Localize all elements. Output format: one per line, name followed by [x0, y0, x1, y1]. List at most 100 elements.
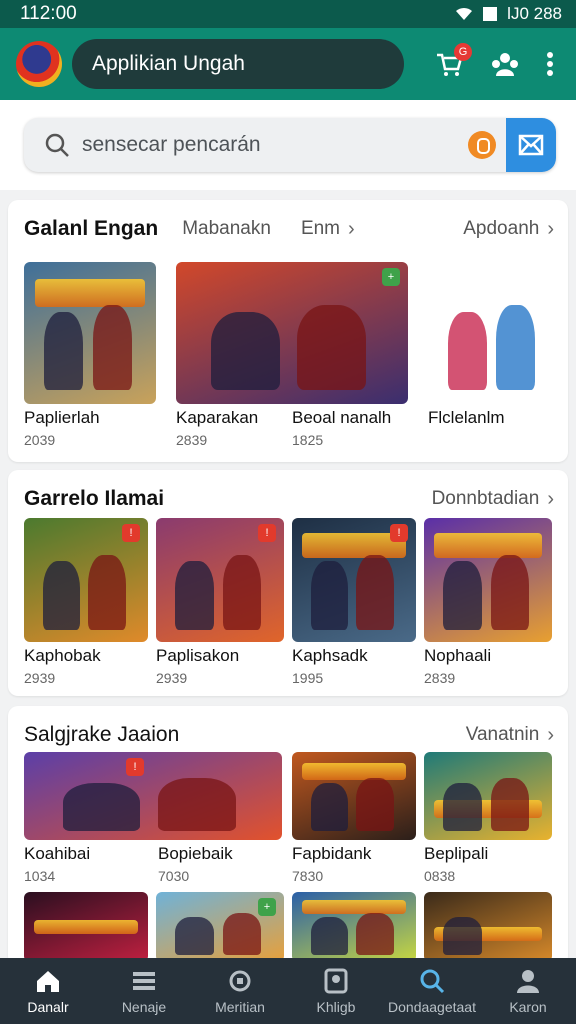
thumbnail-banner: [301, 762, 407, 781]
search-submit-button[interactable]: [506, 118, 556, 172]
status-right-text: lJ0 288: [507, 4, 562, 23]
section-header: Salgjrake Jaaion Vanatnin ›: [24, 720, 554, 750]
game-title: Fapbidank: [292, 844, 372, 863]
game-title: Koahibai: [24, 844, 91, 863]
thumbnail-figure: [490, 555, 529, 630]
game-thumbnail: [24, 892, 148, 962]
thumbnail-figure: [210, 311, 281, 390]
game-card[interactable]: [424, 892, 552, 962]
game-card[interactable]: Paplierlah 2039: [24, 262, 156, 452]
see-more-link[interactable]: Vanatnin: [466, 724, 540, 746]
thumbnail-figure: [356, 778, 394, 832]
game-meta: 0838: [424, 868, 456, 884]
thumbnail-figure: [175, 561, 214, 630]
tab-mabanakn[interactable]: Mabanakn: [182, 218, 271, 240]
game-title: Nophaali: [424, 646, 492, 665]
see-more-link[interactable]: Apdoanh: [463, 218, 539, 240]
section-popular: Garrelo Ilamai Donnbtadian › ! Kaphobak …: [8, 470, 568, 696]
search-input[interactable]: sensecar pencarán: [82, 133, 468, 157]
game-thumbnail: [424, 892, 552, 962]
thumbnail-figure: [92, 304, 133, 390]
appbar-actions: G: [434, 43, 560, 79]
nav-item-list[interactable]: Nenaje: [96, 958, 192, 1024]
search-icon: [45, 133, 69, 157]
game-meta: 1034: [24, 868, 56, 884]
more-vert-icon[interactable]: [546, 51, 554, 77]
game-card[interactable]: ! Paplisakon 2939: [156, 518, 284, 688]
chevron-right-icon[interactable]: ›: [348, 218, 355, 241]
list-icon: [133, 972, 155, 990]
game-meta: 2939: [24, 670, 56, 686]
thumbnail-figure: [222, 555, 261, 630]
chevron-right-icon[interactable]: ›: [547, 488, 554, 511]
game-card[interactable]: Bopiebaik 7030: [158, 752, 278, 886]
gamepad-icon: [229, 970, 251, 992]
game-card[interactable]: +: [156, 892, 284, 962]
mic-icon[interactable]: [468, 131, 496, 159]
game-thumbnail: [292, 752, 416, 840]
thumbnail-figure: [88, 555, 126, 630]
thumbnail-banner: [33, 920, 139, 934]
see-more-link[interactable]: Donnbtadian: [432, 488, 540, 510]
game-title: Beoal nanalh: [292, 408, 392, 427]
game-card[interactable]: Beplipali 0838: [424, 752, 552, 886]
thumbnail-figure: [443, 561, 482, 630]
section-recommended: Salgjrake Jaaion Vanatnin › ! Koahibai 1…: [8, 706, 568, 966]
thumbnail-figure: [490, 778, 529, 832]
nav-label: Karon: [509, 999, 547, 1015]
search-bar[interactable]: sensecar pencarán: [24, 118, 556, 172]
game-card[interactable]: ! Kaphobak 2939: [24, 518, 148, 688]
nav-label: Meritian: [215, 999, 265, 1015]
game-thumbnail: !: [292, 518, 416, 642]
thumbnail-figure: [62, 782, 141, 832]
game-thumbnail: +: [156, 892, 284, 962]
game-card[interactable]: [24, 892, 148, 962]
wifi-icon: [456, 7, 473, 20]
tab-enm[interactable]: Enm: [301, 218, 340, 240]
chevron-right-icon[interactable]: ›: [547, 724, 554, 747]
game-card[interactable]: ! Kaphsadk 1995: [292, 518, 416, 688]
game-title: Beplipali: [424, 844, 489, 863]
status-right: lJ0 288: [455, 4, 562, 24]
game-card[interactable]: [292, 892, 416, 962]
nav-item-profile[interactable]: Karon: [480, 958, 576, 1024]
nav-label: Khligb: [316, 999, 356, 1015]
game-title: Paplisakon: [156, 646, 240, 665]
bottom-nav: Danalr Nenaje Meritian Khligb Dondaageta…: [0, 958, 576, 1024]
thumbnail-figure: [222, 913, 261, 955]
battery-icon: [483, 7, 498, 21]
game-card[interactable]: Beoal nanalh 1825: [292, 262, 412, 452]
game-card[interactable]: Fapbidank 7830: [292, 752, 416, 886]
nav-item-search[interactable]: Dondaagetaat: [384, 958, 480, 1024]
thumbnail-figure: [447, 311, 487, 390]
tag-icon: !: [258, 524, 276, 542]
game-title: Kaphobak: [24, 646, 101, 665]
thumbnail-banner: [301, 900, 407, 915]
nav-label: Nenaje: [121, 999, 167, 1015]
home-icon: [37, 971, 59, 992]
game-thumbnail: [424, 752, 552, 840]
avatar[interactable]: [16, 41, 62, 87]
chevron-right-icon[interactable]: ›: [547, 218, 554, 241]
thumbnail-figure: [310, 561, 348, 630]
game-title: Kaparakan: [176, 408, 259, 427]
game-thumbnail: !: [24, 518, 148, 642]
nav-item-home[interactable]: Danalr: [0, 958, 96, 1024]
search-icon: [420, 969, 445, 994]
community-icon[interactable]: [490, 49, 520, 79]
game-meta: 2939: [156, 670, 188, 686]
tag-icon: !: [126, 758, 144, 776]
thumbnail-figure: [43, 311, 84, 390]
section-title: Salgjrake Jaaion: [24, 723, 180, 746]
thumbnail-banner: [34, 279, 146, 308]
game-card[interactable]: Flclelanlm: [428, 262, 558, 452]
game-card[interactable]: Nophaali 2839: [424, 518, 552, 688]
nav-item-games[interactable]: Meritian: [192, 958, 288, 1024]
nav-label: Dondaagetaat: [388, 999, 476, 1015]
cart-button[interactable]: G: [434, 43, 472, 79]
thumbnail-banner: [434, 532, 542, 558]
thumbnail-figure: [495, 304, 535, 390]
app-title[interactable]: Applikian Ungah: [72, 39, 404, 89]
nav-item-library[interactable]: Khligb: [288, 958, 384, 1024]
game-thumbnail: [424, 518, 552, 642]
